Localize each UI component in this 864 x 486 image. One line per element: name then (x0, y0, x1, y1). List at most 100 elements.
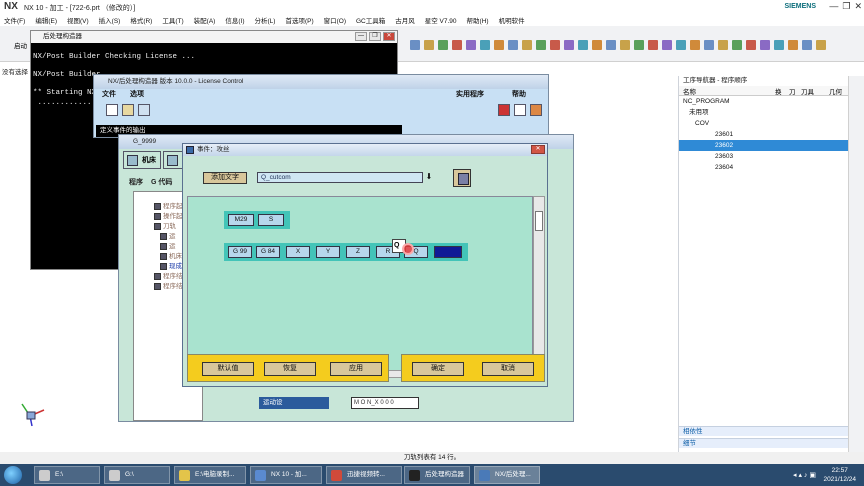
nav-row[interactable]: 未用项 (679, 107, 848, 118)
toolbar-tool-icon[interactable] (634, 40, 644, 50)
help-query-icon[interactable] (514, 104, 526, 116)
menu-info[interactable]: 信息(I) (225, 15, 244, 25)
menu-guyuefeng[interactable]: 古月风 (395, 15, 415, 25)
save-icon[interactable] (138, 104, 150, 116)
word-g99[interactable]: G 99 (228, 246, 252, 258)
restore-button[interactable]: 恢复 (264, 362, 316, 376)
toolbar-tool-icon[interactable] (536, 40, 546, 50)
toolbar-tool-icon[interactable] (788, 40, 798, 50)
col-geometry[interactable]: 几何 (825, 86, 842, 96)
toolbar-tool-icon[interactable] (466, 40, 476, 50)
toolbar-tool-icon[interactable] (690, 40, 700, 50)
toolbar-tool-icon[interactable] (550, 40, 560, 50)
toolbar-tool-icon[interactable] (760, 40, 770, 50)
taskbar-item-active[interactable]: NX/后处理... (474, 466, 540, 484)
menu-assembly[interactable]: 装配(A) (194, 15, 216, 25)
pb-menu-options[interactable]: 选项 (130, 89, 144, 101)
dialog-close-icon[interactable]: ✕ (531, 145, 545, 154)
console-close-button[interactable]: ✕ (383, 32, 395, 41)
word-g84[interactable]: G 84 (256, 246, 280, 258)
tree-item[interactable]: 刀轨 (154, 220, 176, 230)
tree-item[interactable]: 程序起 (154, 200, 183, 210)
menu-view[interactable]: 视图(V) (67, 15, 89, 25)
dropdown-arrow-icon[interactable]: ⬇ (425, 172, 433, 183)
toolbar-tool-icon[interactable] (746, 40, 756, 50)
start-label[interactable]: 启动 (14, 40, 27, 50)
menu-tools[interactable]: 工具(T) (162, 15, 183, 25)
toolbar-tool-icon[interactable] (802, 40, 812, 50)
tree-item[interactable]: 运 (160, 240, 176, 250)
toolbar-tool-icon[interactable] (522, 40, 532, 50)
pb-menu-utilities[interactable]: 实用程序 (456, 89, 484, 101)
clock[interactable]: 22:57 2021/12/24 (823, 466, 856, 484)
taskbar-item[interactable]: E:\电脑录制... (174, 466, 246, 484)
trash-icon[interactable] (453, 169, 471, 187)
menu-xingkong[interactable]: 星空 V7.90 (425, 15, 457, 25)
nav-row[interactable]: 23603 (679, 151, 848, 162)
tree-item[interactable]: 程序结 (154, 270, 183, 280)
menu-help[interactable]: 帮助(H) (467, 15, 489, 25)
toolbar-tool-icon[interactable] (676, 40, 686, 50)
nav-row[interactable]: COV (679, 118, 848, 129)
menu-analysis[interactable]: 分析(L) (254, 15, 275, 25)
toolbar-tool-icon[interactable] (592, 40, 602, 50)
toolbar-tool-icon[interactable] (732, 40, 742, 50)
toolbar-tool-icon[interactable] (424, 40, 434, 50)
console-restore-button[interactable]: ❐ (369, 32, 381, 41)
apply-button[interactable]: 应用 (330, 362, 382, 376)
tree-item[interactable]: 机床 (160, 250, 182, 260)
vertical-scrollbar[interactable] (533, 196, 545, 378)
col-name[interactable]: 名称 (679, 86, 771, 96)
event-address-field[interactable]: Q_cutcom (257, 172, 423, 183)
new-file-icon[interactable] (106, 104, 118, 116)
subtab-program[interactable]: 程序 (129, 179, 143, 186)
word-y[interactable]: Y (316, 246, 340, 258)
word-m29[interactable]: M29 (228, 214, 254, 226)
word-z[interactable]: Z (346, 246, 370, 258)
taskbar-item[interactable]: 迅捷视频转... (326, 466, 402, 484)
taskbar-item[interactable]: 后处理构造器 (404, 466, 470, 484)
cancel-button[interactable]: 取消 (482, 362, 534, 376)
toolbar-tool-icon[interactable] (606, 40, 616, 50)
nav-row[interactable]: 23604 (679, 162, 848, 173)
menu-edit[interactable]: 编辑(E) (35, 15, 57, 25)
tree-item[interactable]: 程序结 (154, 280, 183, 290)
help-pointer-icon[interactable] (498, 104, 510, 116)
menu-jiming[interactable]: 机明软件 (499, 15, 525, 25)
toolbar-tool-icon[interactable] (480, 40, 490, 50)
toolbar-tool-icon[interactable] (662, 40, 672, 50)
toolbar-tool-icon[interactable] (438, 40, 448, 50)
tree-item[interactable]: 运 (160, 230, 176, 240)
menu-insert[interactable]: 插入(S) (99, 15, 121, 25)
subtab-gcode[interactable]: G 代码 (151, 179, 172, 186)
word-x[interactable]: X (286, 246, 310, 258)
tray-icons[interactable]: ◂ ▴ ♪ ▣ (793, 471, 816, 479)
taskbar-item[interactable]: NX 10 - 加... (250, 466, 322, 484)
toolbar-tool-icon[interactable] (508, 40, 518, 50)
drop-target-slot[interactable] (434, 246, 462, 258)
menu-file[interactable]: 文件(F) (4, 15, 25, 25)
tab-machine[interactable]: 机床 (123, 151, 161, 169)
nav-row[interactable]: 23601 (679, 129, 848, 140)
menu-preferences[interactable]: 首选项(P) (285, 15, 313, 25)
nav-row-selected[interactable]: 23602 (679, 140, 848, 151)
tree-item[interactable]: 操作起 (154, 210, 183, 220)
col-tool[interactable]: 刀具 (797, 86, 825, 96)
toolbar-tool-icon[interactable] (410, 40, 420, 50)
col-path[interactable]: 刀 (785, 86, 797, 96)
toolbar-tool-icon[interactable] (704, 40, 714, 50)
toolbar-tool-icon[interactable] (564, 40, 574, 50)
add-text-button[interactable]: 添加文字 (203, 172, 247, 184)
start-icon[interactable] (4, 466, 22, 484)
details-panel[interactable]: 细节 (679, 438, 849, 448)
toolbar-tool-icon[interactable] (578, 40, 588, 50)
toolbar-tool-icon[interactable] (494, 40, 504, 50)
toolbar-tool-icon[interactable] (452, 40, 462, 50)
pb-menu-file[interactable]: 文件 (102, 89, 116, 101)
toolbar-tool-icon[interactable] (816, 40, 826, 50)
default-button[interactable]: 默认值 (202, 362, 254, 376)
tree-item-selected[interactable]: 现成 (160, 260, 182, 270)
open-folder-icon[interactable] (122, 104, 134, 116)
menu-window[interactable]: 窗口(O) (324, 15, 346, 25)
toolbar-tool-icon[interactable] (774, 40, 784, 50)
